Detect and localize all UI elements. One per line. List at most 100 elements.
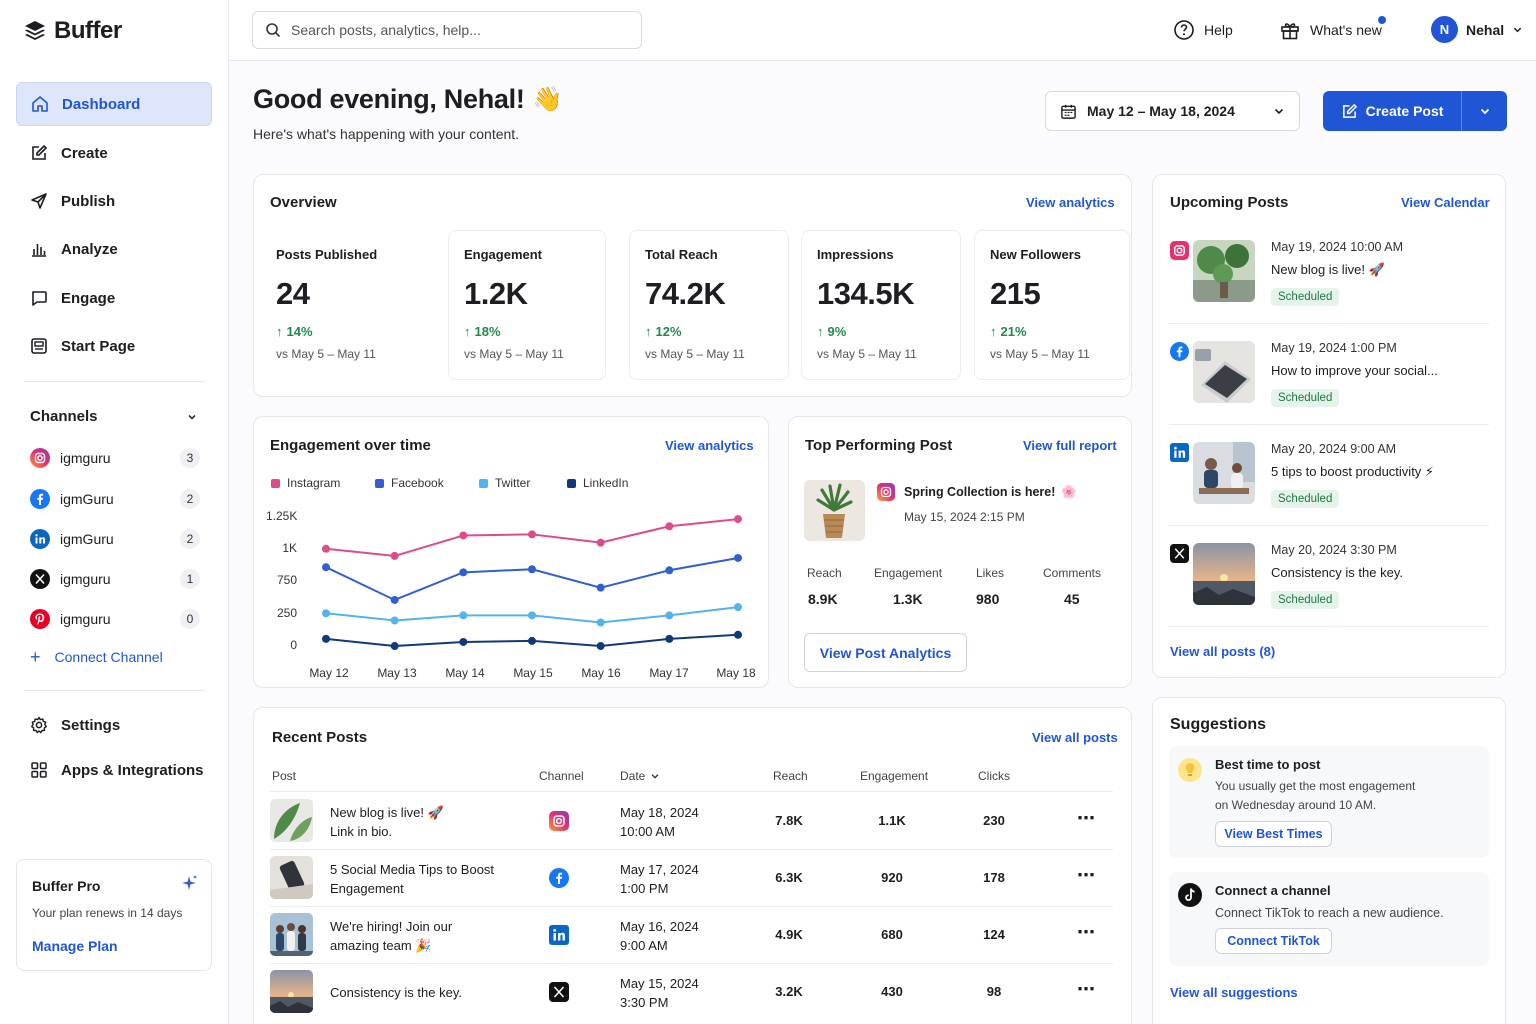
post-reach: 4.9K bbox=[775, 927, 803, 942]
facebook-icon bbox=[549, 868, 569, 888]
post-clicks: 124 bbox=[983, 927, 1005, 942]
view-calendar-link[interactable]: View Calendar bbox=[1401, 195, 1490, 210]
data-point-twitter[interactable] bbox=[390, 616, 399, 625]
post-reach: 6.3K bbox=[775, 870, 803, 885]
more-options-icon[interactable]: ⋯ bbox=[1077, 865, 1096, 886]
post-subtitle: Link in bio. bbox=[330, 824, 393, 839]
top-post-thumbnail[interactable] bbox=[804, 480, 865, 541]
data-point-instagram[interactable] bbox=[734, 515, 742, 524]
data-point-facebook[interactable] bbox=[734, 553, 742, 562]
laptop-image bbox=[1193, 341, 1255, 403]
post-subtitle: amazing team 🎉 bbox=[330, 938, 432, 953]
post-reach: 3.2K bbox=[775, 984, 803, 999]
post-title: 5 Social Media Tips to Boost bbox=[330, 862, 495, 877]
upcoming-post-item[interactable]: May 19, 2024 10:00 AM New blog is live! … bbox=[1169, 240, 1489, 340]
suggestion-text: on Wednesday around 10 AM. bbox=[1215, 798, 1377, 812]
data-point-linkedin[interactable] bbox=[596, 642, 605, 651]
upcoming-title: Upcoming Posts bbox=[1170, 194, 1289, 211]
view-full-report-link[interactable]: View full report bbox=[1023, 438, 1117, 453]
post-date: May 18, 2024 bbox=[620, 805, 699, 820]
upcoming-post-item[interactable]: May 19, 2024 1:00 PM How to improve your… bbox=[1169, 341, 1489, 441]
data-point-twitter[interactable] bbox=[322, 609, 330, 618]
facebook-icon bbox=[1170, 342, 1189, 361]
upcoming-post-item[interactable]: May 20, 2024 3:30 PM Consistency is the … bbox=[1169, 543, 1489, 643]
post-thumbnail bbox=[1193, 543, 1255, 605]
upcoming-post-item[interactable]: May 20, 2024 9:00 AM 5 tips to boost pro… bbox=[1169, 442, 1489, 542]
post-thumbnail bbox=[1193, 442, 1255, 504]
connect-tiktok-button[interactable]: Connect TikTok bbox=[1215, 928, 1332, 954]
post-subtitle: Engagement bbox=[330, 881, 404, 896]
upcoming-date: May 20, 2024 9:00 AM bbox=[1271, 442, 1397, 456]
data-point-facebook[interactable] bbox=[528, 565, 536, 574]
more-options-icon[interactable]: ⋯ bbox=[1077, 922, 1096, 943]
post-time: 9:00 AM bbox=[620, 938, 668, 953]
view-best-times-button[interactable]: View Best Times bbox=[1215, 821, 1332, 847]
post-thumbnail[interactable] bbox=[270, 799, 313, 842]
more-options-icon[interactable]: ⋯ bbox=[1077, 808, 1096, 829]
column-header-post: Post bbox=[272, 769, 297, 783]
status-badge: Scheduled bbox=[1271, 288, 1340, 306]
data-point-facebook[interactable] bbox=[665, 566, 674, 575]
x-tick-label: May 18 bbox=[716, 666, 756, 680]
post-thumbnail[interactable] bbox=[270, 970, 313, 1013]
data-point-facebook[interactable] bbox=[390, 595, 399, 604]
upcoming-text: Consistency is the key. bbox=[1271, 565, 1403, 580]
recent-posts-title: Recent Posts bbox=[272, 729, 368, 746]
data-point-linkedin[interactable] bbox=[665, 634, 674, 643]
data-point-instagram[interactable] bbox=[528, 530, 536, 539]
stat-value: 1.3K bbox=[893, 591, 923, 607]
data-point-linkedin[interactable] bbox=[528, 636, 536, 645]
view-all-suggestions-link[interactable]: View all suggestions bbox=[1170, 985, 1298, 1000]
data-point-facebook[interactable] bbox=[322, 563, 330, 572]
status-badge: Scheduled bbox=[1271, 591, 1340, 609]
data-point-twitter[interactable] bbox=[596, 618, 605, 627]
data-point-twitter[interactable] bbox=[459, 611, 468, 620]
view-all-posts-link[interactable]: View all posts (8) bbox=[1170, 644, 1275, 659]
stat-value: 8.9K bbox=[808, 591, 838, 607]
suggestion-text: You usually get the most engagement bbox=[1215, 779, 1416, 793]
data-point-instagram[interactable] bbox=[322, 544, 330, 553]
top-post-date: May 15, 2024 2:15 PM bbox=[904, 510, 1025, 524]
post-date: May 17, 2024 bbox=[620, 862, 699, 877]
upcoming-text: How to improve your social... bbox=[1271, 363, 1438, 378]
column-header-reach: Reach bbox=[773, 769, 808, 783]
data-point-twitter[interactable] bbox=[665, 611, 674, 620]
instagram-icon bbox=[1170, 241, 1189, 260]
suggestion-text: Connect TikTok to reach a new audience. bbox=[1215, 906, 1444, 920]
column-header-channel: Channel bbox=[539, 769, 584, 783]
column-header-date[interactable]: Date bbox=[620, 769, 660, 783]
more-options-icon[interactable]: ⋯ bbox=[1077, 979, 1096, 1000]
stat-label: Engagement bbox=[874, 566, 943, 580]
post-time: 3:30 PM bbox=[620, 995, 669, 1010]
data-point-twitter[interactable] bbox=[734, 603, 742, 612]
divider bbox=[270, 963, 1113, 964]
data-point-linkedin[interactable] bbox=[322, 634, 330, 643]
data-point-instagram[interactable] bbox=[665, 522, 674, 531]
data-point-instagram[interactable] bbox=[390, 551, 399, 560]
office-image bbox=[1193, 442, 1255, 504]
divider bbox=[1169, 323, 1489, 324]
data-point-twitter[interactable] bbox=[528, 611, 536, 620]
view-post-analytics-button[interactable]: View Post Analytics bbox=[804, 633, 967, 672]
x-twitter-icon bbox=[1170, 544, 1189, 563]
recent-view-all-link[interactable]: View all posts bbox=[1032, 730, 1118, 745]
data-point-linkedin[interactable] bbox=[734, 630, 742, 639]
column-header-date-label: Date bbox=[620, 769, 646, 783]
data-point-linkedin[interactable] bbox=[459, 637, 468, 646]
data-point-linkedin[interactable] bbox=[390, 642, 399, 651]
upcoming-date: May 20, 2024 3:30 PM bbox=[1271, 543, 1397, 557]
divider bbox=[270, 791, 1113, 792]
data-point-facebook[interactable] bbox=[596, 583, 605, 592]
data-point-facebook[interactable] bbox=[459, 568, 468, 577]
plant-image bbox=[804, 480, 865, 541]
post-thumbnail[interactable] bbox=[270, 856, 313, 899]
post-reach: 7.8K bbox=[775, 813, 803, 828]
post-thumbnail[interactable] bbox=[270, 913, 313, 956]
data-point-instagram[interactable] bbox=[459, 531, 468, 540]
post-date: May 16, 2024 bbox=[620, 919, 699, 934]
status-badge: Scheduled bbox=[1271, 389, 1340, 407]
suggestion-best-time: Best time to post You usually get the mo… bbox=[1169, 746, 1489, 858]
linkedin-icon bbox=[1170, 443, 1189, 462]
tiktok-icon bbox=[1178, 883, 1202, 907]
data-point-instagram[interactable] bbox=[596, 538, 605, 547]
